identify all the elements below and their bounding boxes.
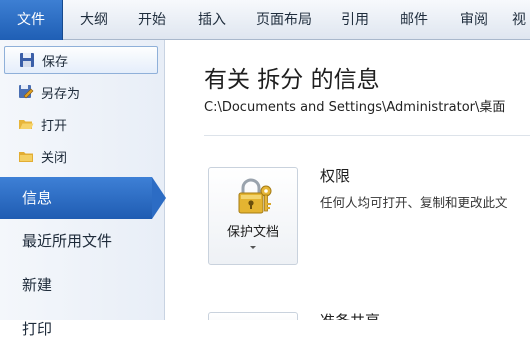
nav-new-label: 新建 [22,276,53,294]
nav-new[interactable]: 新建 [0,264,165,306]
page-title: 有关 拆分 的信息 [204,67,380,93]
ribbon-tab-bar: 文件 大纲 开始 插入 页面布局 引用 邮件 审阅 视 [0,0,530,40]
nav-info[interactable]: 信息 [0,177,166,219]
lock-key-icon [235,176,275,222]
close-folder-icon [18,148,34,164]
permissions-heading: 权限 [320,167,351,185]
tab-view[interactable]: 视 [508,0,530,40]
nav-print[interactable]: 打印 [0,308,165,350]
save-label: 保存 [42,54,69,70]
tab-file[interactable]: 文件 [0,0,63,40]
tab-mailings[interactable]: 邮件 [388,0,440,40]
tab-outline[interactable]: 大纲 [70,0,118,40]
protect-document-button[interactable]: 保护文档 [208,167,298,265]
nav-recent[interactable]: 最近所用文件 [0,220,165,262]
save-command[interactable]: 保存 [4,46,158,74]
open-command[interactable]: 打开 [4,110,158,138]
check-issues-button[interactable] [208,312,298,320]
nav-recent-label: 最近所用文件 [22,232,113,250]
close-label: 关闭 [41,150,68,166]
selection-arrow [152,177,166,219]
tab-references[interactable]: 引用 [330,0,380,40]
save-as-label: 另存为 [41,86,81,102]
save-as-icon [18,84,34,100]
open-folder-icon [18,116,34,132]
section-divider [204,135,530,136]
nav-info-label: 信息 [22,189,53,207]
tab-page-layout[interactable]: 页面布局 [248,0,320,40]
close-command[interactable]: 关闭 [4,142,158,170]
permissions-description: 任何人均可打开、复制和更改此文 [320,195,508,210]
dropdown-caret-icon [250,246,256,249]
save-as-command[interactable]: 另存为 [4,78,158,106]
tab-review[interactable]: 审阅 [448,0,500,40]
nav-print-label: 打印 [22,320,53,338]
tab-home[interactable]: 开始 [126,0,178,40]
backstage-nav: 保存 另存为 打开 关闭 信息 最近所用文件 新建 打印 [0,40,166,338]
protect-document-label: 保护文档 [226,225,279,240]
document-path: C:\Documents and Settings\Administrator\… [204,100,506,115]
open-label: 打开 [41,118,68,134]
save-icon [19,52,35,68]
tab-insert[interactable]: 插入 [186,0,238,40]
prepare-share-heading: 准备共享 [320,310,380,320]
info-panel: 有关 拆分 的信息 C:\Documents and Settings\Admi… [166,40,530,320]
